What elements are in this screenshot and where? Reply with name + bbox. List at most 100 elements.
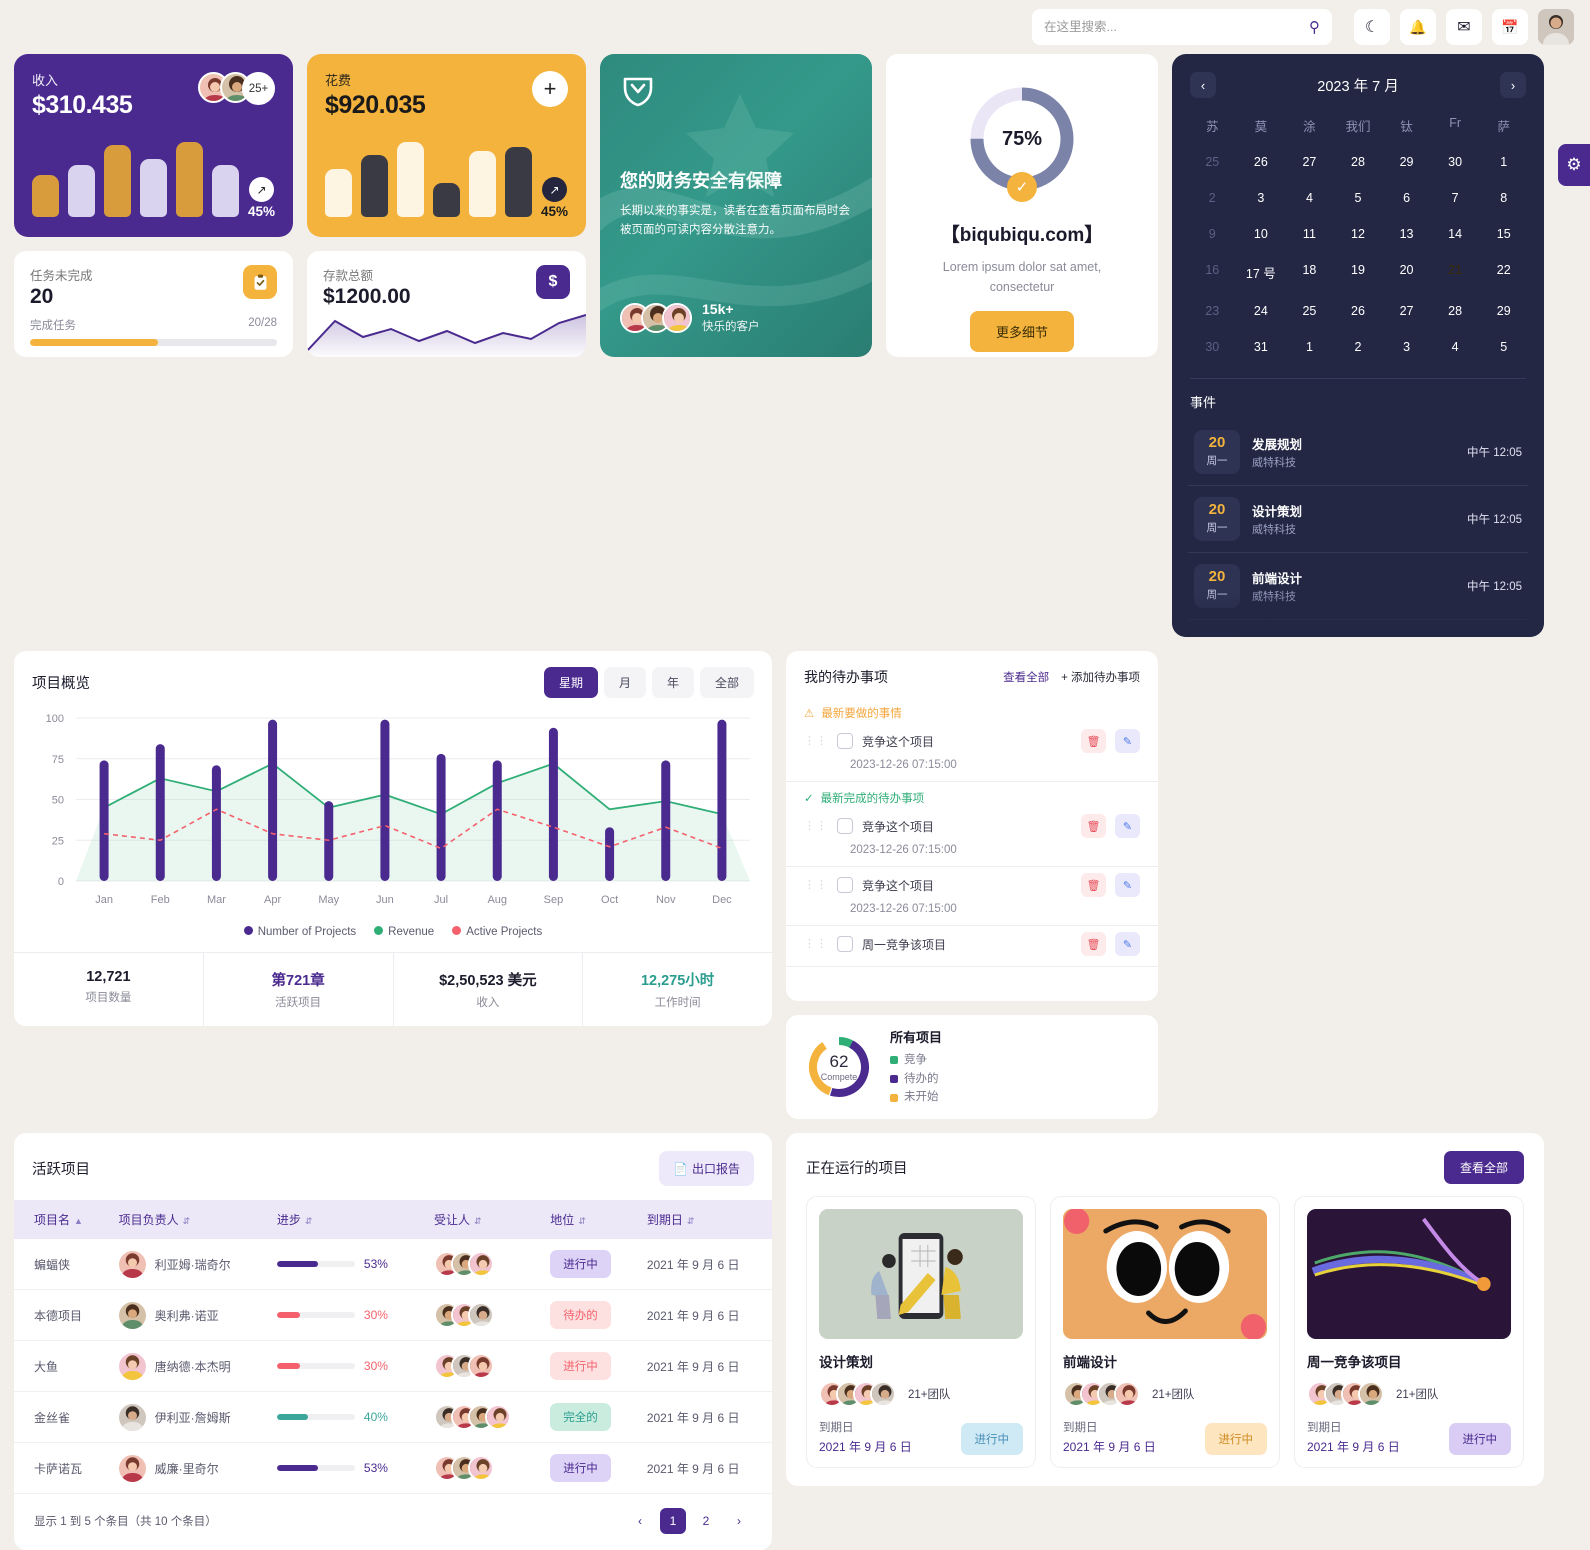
calendar-day[interactable]: 10 <box>1237 217 1286 251</box>
calendar-day[interactable]: 8 <box>1479 181 1528 215</box>
settings-tab[interactable]: ⚙ <box>1558 144 1590 186</box>
calendar-day[interactable]: 23 <box>1188 294 1237 328</box>
table-column-0[interactable]: 项目名 ▲ <box>14 1200 109 1239</box>
table-row[interactable]: 大鱼 唐纳德·本杰明 30% 进行中 2021 年 9 月 6 日 <box>14 1340 772 1392</box>
calendar-day[interactable]: 13 <box>1382 217 1431 251</box>
calendar-day[interactable]: 27 <box>1382 294 1431 328</box>
calendar-day[interactable]: 17 号 <box>1237 253 1286 292</box>
drag-handle-icon[interactable]: ⋮⋮ <box>804 938 828 950</box>
pagination-page-1[interactable]: 1 <box>660 1508 686 1534</box>
todo-delete-button[interactable]: 🗑 <box>1081 729 1106 753</box>
calendar-day[interactable]: 16 <box>1188 253 1237 292</box>
add-expense-button[interactable]: + <box>532 71 568 107</box>
calendar-day[interactable]: 31 <box>1237 330 1286 364</box>
table-column-1[interactable]: 项目负责人 ⇵ <box>109 1200 267 1239</box>
search-box[interactable]: ⚲ <box>1032 9 1332 45</box>
calendar-day[interactable]: 24 <box>1237 294 1286 328</box>
todo-checkbox[interactable] <box>837 818 853 834</box>
running-project-card[interactable]: 设计策划 21+团队 到期日 2021 年 9 月 6 日 进行中 <box>806 1196 1036 1468</box>
calendar-day[interactable]: 18 <box>1285 253 1334 292</box>
calendar-day[interactable]: 3 <box>1382 330 1431 364</box>
todo-delete-button[interactable]: 🗑 <box>1081 932 1106 956</box>
todo-edit-button[interactable]: ✎ <box>1115 729 1140 753</box>
bell-icon[interactable]: 🔔 <box>1400 9 1436 45</box>
table-row[interactable]: 金丝雀 伊利亚·詹姆斯 40% 完全的 2021 年 9 月 6 日 <box>14 1391 772 1443</box>
table-row[interactable]: 蝙蝠侠 利亚姆·瑞奇尔 53% 进行中 2021 年 9 月 6 日 <box>14 1239 772 1290</box>
calendar-next-button[interactable]: › <box>1499 72 1526 98</box>
calendar-day[interactable]: 25 <box>1188 145 1237 179</box>
calendar-day[interactable]: 5 <box>1334 181 1383 215</box>
mail-icon[interactable]: ✉ <box>1446 9 1482 45</box>
calendar-day[interactable]: 29 <box>1382 145 1431 179</box>
todo-edit-button[interactable]: ✎ <box>1115 814 1140 838</box>
todo-edit-button[interactable]: ✎ <box>1115 873 1140 897</box>
todo-delete-button[interactable]: 🗑 <box>1081 873 1106 897</box>
calendar-day[interactable]: 14 <box>1431 217 1480 251</box>
calendar-day[interactable]: 7 <box>1431 181 1480 215</box>
calendar-day[interactable]: 29 <box>1479 294 1528 328</box>
todo-edit-button[interactable]: ✎ <box>1115 932 1140 956</box>
pagination-prev[interactable]: ‹ <box>627 1508 653 1534</box>
chart-tab-年[interactable]: 年 <box>651 667 694 698</box>
calendar-day[interactable]: 1 <box>1479 145 1528 179</box>
calendar-prev-button[interactable]: ‹ <box>1190 72 1216 98</box>
calendar-day[interactable]: 4 <box>1285 181 1334 215</box>
calendar-day[interactable]: 28 <box>1334 145 1383 179</box>
event-row[interactable]: 20 周一 设计策划 威特科技 中午 12:05 <box>1188 486 1528 553</box>
avatar-more-count[interactable]: 25+ <box>242 72 275 105</box>
moon-icon[interactable]: ☾ <box>1354 9 1390 45</box>
todo-checkbox[interactable] <box>837 733 853 749</box>
pagination-page-2[interactable]: 2 <box>693 1508 719 1534</box>
todo-delete-button[interactable]: 🗑 <box>1081 814 1106 838</box>
export-report-button[interactable]: 📄 出口报告 <box>659 1151 754 1186</box>
calendar-icon[interactable]: 📅 <box>1492 9 1528 45</box>
calendar-day[interactable]: 3 <box>1237 181 1286 215</box>
todo-checkbox[interactable] <box>837 936 853 952</box>
search-input[interactable] <box>1044 20 1301 34</box>
table-row[interactable]: 卡萨诺瓦 威廉·里奇尔 53% 进行中 2021 年 9 月 6 日 <box>14 1442 772 1494</box>
calendar-day[interactable]: 22 <box>1479 253 1528 292</box>
calendar-day[interactable]: 30 <box>1188 330 1237 364</box>
pagination-next[interactable]: › <box>726 1508 752 1534</box>
drag-handle-icon[interactable]: ⋮⋮ <box>804 879 828 891</box>
calendar-day[interactable]: 12 <box>1334 217 1383 251</box>
calendar-day-selected[interactable]: 21 <box>1431 253 1480 292</box>
todo-view-all-link[interactable]: 查看全部 <box>1003 669 1049 685</box>
drag-handle-icon[interactable]: ⋮⋮ <box>804 735 828 747</box>
calendar-day[interactable]: 28 <box>1431 294 1480 328</box>
calendar-day[interactable]: 19 <box>1334 253 1383 292</box>
running-project-card[interactable]: 前端设计 21+团队 到期日 2021 年 9 月 6 日 进行中 <box>1050 1196 1280 1468</box>
search-icon[interactable]: ⚲ <box>1309 18 1320 36</box>
calendar-day[interactable]: 1 <box>1285 330 1334 364</box>
table-column-4[interactable]: 地位 ⇵ <box>540 1200 637 1239</box>
table-column-3[interactable]: 受让人 ⇵ <box>424 1200 540 1239</box>
more-details-button[interactable]: 更多细节 <box>969 311 1074 352</box>
calendar-day[interactable]: 26 <box>1237 145 1286 179</box>
calendar-day[interactable]: 2 <box>1188 181 1237 215</box>
chart-tab-全部[interactable]: 全部 <box>699 667 754 698</box>
calendar-day[interactable]: 27 <box>1285 145 1334 179</box>
calendar-day[interactable]: 26 <box>1334 294 1383 328</box>
chart-tab-月[interactable]: 月 <box>603 667 646 698</box>
calendar-day[interactable]: 6 <box>1382 181 1431 215</box>
calendar-day[interactable]: 11 <box>1285 217 1334 251</box>
table-row[interactable]: 本德项目 奥利弗·诺亚 30% 待办的 2021 年 9 月 6 日 <box>14 1289 772 1341</box>
calendar-day[interactable]: 4 <box>1431 330 1480 364</box>
calendar-day[interactable]: 5 <box>1479 330 1528 364</box>
calendar-day[interactable]: 25 <box>1285 294 1334 328</box>
event-row[interactable]: 20 周一 发展规划 威特科技 中午 12:05 <box>1188 419 1528 486</box>
calendar-day[interactable]: 9 <box>1188 217 1237 251</box>
avatar[interactable] <box>1538 9 1574 45</box>
running-view-all-button[interactable]: 查看全部 <box>1443 1151 1524 1184</box>
drag-handle-icon[interactable]: ⋮⋮ <box>804 820 828 832</box>
chart-tab-星期[interactable]: 星期 <box>543 667 598 698</box>
todo-checkbox[interactable] <box>837 877 853 893</box>
calendar-day[interactable]: 2 <box>1334 330 1383 364</box>
table-column-5[interactable]: 到期日 ⇵ <box>637 1200 772 1239</box>
todo-add-link[interactable]: + 添加待办事项 <box>1061 669 1140 685</box>
calendar-day[interactable]: 15 <box>1479 217 1528 251</box>
calendar-day[interactable]: 30 <box>1431 145 1480 179</box>
calendar-day[interactable]: 20 <box>1382 253 1431 292</box>
running-project-card[interactable]: 周一竞争该项目 21+团队 到期日 2021 年 9 月 6 日 进行中 <box>1294 1196 1524 1468</box>
table-column-2[interactable]: 进步 ⇵ <box>267 1200 424 1239</box>
